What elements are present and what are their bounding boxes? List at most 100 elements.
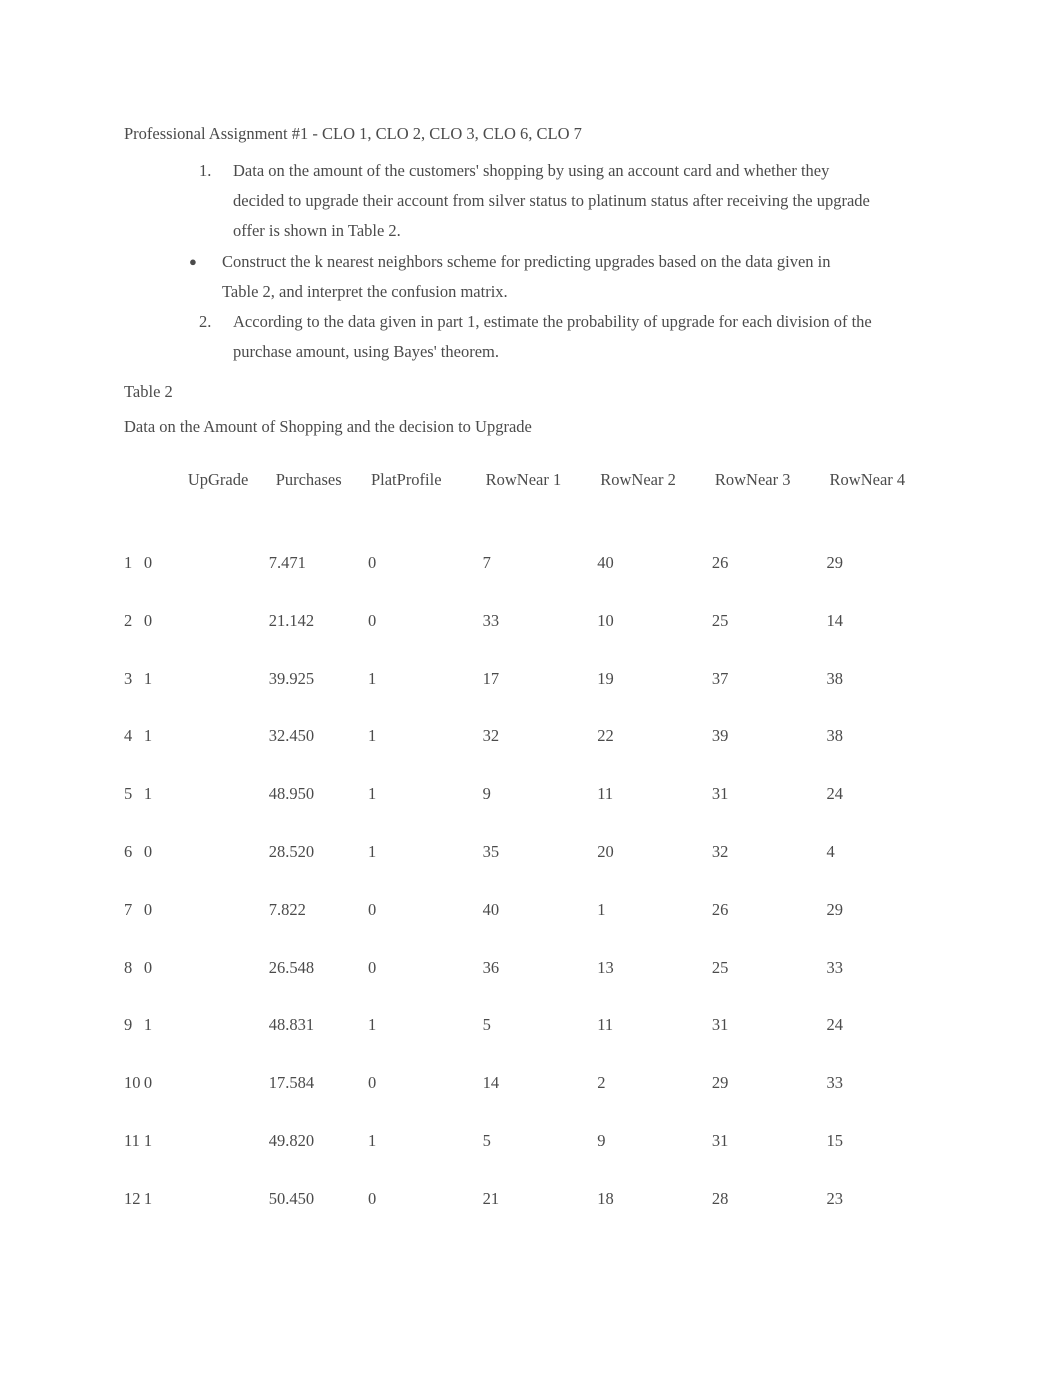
assignment-task-list: 1. Data on the amount of the customers' s… bbox=[0, 156, 1062, 367]
cell-rownear-1: 14 bbox=[482, 1073, 500, 1093]
page-title: Professional Assignment #1 - CLO 1, CLO … bbox=[124, 124, 582, 143]
cell-purchases: 48.950 bbox=[268, 784, 315, 804]
cell-upgrade: 1 bbox=[143, 784, 153, 804]
list-item-text: Construct the k nearest neighbors scheme… bbox=[222, 251, 831, 301]
table-label: Table 2 bbox=[124, 382, 173, 401]
cell-rownear-3: 25 bbox=[711, 610, 729, 630]
list-item-text: Data on the amount of the customers' sho… bbox=[233, 161, 870, 241]
cell-purchases: 32.450 bbox=[268, 726, 315, 746]
cell-row-index: 10 bbox=[124, 1073, 141, 1093]
cell-rownear-4: 29 bbox=[826, 899, 844, 919]
cell-rownear-1: 32 bbox=[482, 726, 500, 746]
cell-platprofile: 1 bbox=[367, 784, 377, 804]
table-body: 1 0 7.471 0 7 40 26 29 2 0 21.142 0 33 10 25 14 3 1 39.925… bbox=[0, 553, 1062, 1247]
cell-rownear-4: 33 bbox=[826, 1073, 844, 1093]
table-row: 6 0 28.520 1 35 20 32 4 bbox=[0, 842, 1062, 900]
cell-rownear-1: 7 bbox=[482, 553, 491, 572]
cell-row-index: 7 bbox=[124, 899, 133, 919]
cell-rownear-3: 26 bbox=[711, 899, 729, 919]
cell-upgrade: 1 bbox=[143, 1188, 153, 1208]
cell-rownear-2: 10 bbox=[597, 610, 614, 630]
cell-rownear-1: 35 bbox=[482, 841, 500, 861]
cell-rownear-1: 17 bbox=[482, 668, 500, 688]
column-header-purchases: Purchases bbox=[275, 470, 342, 489]
cell-rownear-4: 33 bbox=[826, 957, 844, 977]
cell-rownear-2: 22 bbox=[597, 726, 614, 746]
column-header-index bbox=[0, 470, 144, 553]
table-caption: Data on the Amount of Shopping and the d… bbox=[124, 417, 532, 436]
cell-rownear-1: 33 bbox=[482, 610, 500, 630]
column-header-platprofile: PlatProfile bbox=[370, 470, 442, 489]
bullet-marker-icon: ● bbox=[189, 253, 197, 269]
cell-rownear-2: 20 bbox=[597, 841, 614, 861]
cell-platprofile: 1 bbox=[367, 841, 377, 861]
list-number-marker: 1. bbox=[199, 161, 212, 180]
cell-upgrade: 0 bbox=[143, 610, 153, 630]
cell-rownear-2: 11 bbox=[597, 1015, 614, 1035]
cell-platprofile: 0 bbox=[367, 610, 377, 630]
table-row: 4 1 32.450 1 32 22 39 38 bbox=[0, 726, 1062, 784]
list-item-text: According to the data given in part 1, e… bbox=[233, 312, 872, 362]
table-row: 8 0 26.548 0 36 13 25 33 bbox=[0, 958, 1062, 1016]
cell-row-index: 2 bbox=[124, 610, 133, 630]
cell-platprofile: 0 bbox=[367, 1188, 377, 1208]
cell-rownear-3: 31 bbox=[711, 1130, 729, 1150]
table-row: 11 1 49.820 1 5 9 31 15 bbox=[0, 1131, 1062, 1189]
cell-rownear-4: 24 bbox=[826, 784, 844, 804]
cell-rownear-1: 40 bbox=[482, 899, 500, 919]
cell-rownear-2: 18 bbox=[597, 1188, 614, 1208]
cell-rownear-2: 13 bbox=[597, 957, 614, 977]
cell-row-index: 4 bbox=[124, 726, 133, 746]
cell-purchases: 7.471 bbox=[268, 553, 306, 572]
cell-platprofile: 0 bbox=[367, 553, 377, 572]
shopping-upgrade-table: UpGrade Purchases PlatProfile RowNear 1 … bbox=[0, 470, 1062, 1247]
cell-platprofile: 1 bbox=[367, 726, 377, 746]
cell-rownear-4: 29 bbox=[826, 553, 844, 572]
cell-row-index: 1 bbox=[124, 553, 133, 572]
cell-rownear-1: 36 bbox=[482, 957, 500, 977]
cell-upgrade: 0 bbox=[143, 957, 153, 977]
cell-rownear-3: 37 bbox=[711, 668, 729, 688]
cell-upgrade: 0 bbox=[143, 841, 153, 861]
table-row: 9 1 48.831 1 5 11 31 24 bbox=[0, 1015, 1062, 1073]
table-header-row: UpGrade Purchases PlatProfile RowNear 1 … bbox=[0, 470, 1062, 553]
cell-upgrade: 0 bbox=[143, 553, 153, 572]
cell-platprofile: 1 bbox=[367, 1015, 377, 1035]
cell-rownear-3: 29 bbox=[711, 1073, 729, 1093]
cell-upgrade: 1 bbox=[143, 1015, 153, 1035]
table-row: 3 1 39.925 1 17 19 37 38 bbox=[0, 669, 1062, 727]
cell-rownear-4: 14 bbox=[826, 610, 844, 630]
table-row: 7 0 7.822 0 40 1 26 29 bbox=[0, 900, 1062, 958]
document-page: Professional Assignment #1 - CLO 1, CLO … bbox=[0, 0, 1062, 1377]
cell-rownear-3: 31 bbox=[711, 1015, 729, 1035]
cell-rownear-2: 11 bbox=[597, 784, 614, 804]
cell-purchases: 17.584 bbox=[268, 1073, 315, 1093]
table-row: 1 0 7.471 0 7 40 26 29 bbox=[0, 553, 1062, 611]
table-row: 5 1 48.950 1 9 11 31 24 bbox=[0, 784, 1062, 842]
cell-row-index: 3 bbox=[124, 668, 133, 688]
cell-rownear-2: 2 bbox=[597, 1073, 606, 1093]
cell-rownear-1: 5 bbox=[482, 1015, 491, 1035]
column-header-rownear-4: RowNear 4 bbox=[829, 470, 906, 489]
cell-row-index: 8 bbox=[124, 957, 133, 977]
cell-purchases: 7.822 bbox=[268, 899, 306, 919]
cell-row-index: 9 bbox=[124, 1015, 133, 1035]
cell-platprofile: 1 bbox=[367, 1130, 377, 1150]
cell-platprofile: 0 bbox=[367, 1073, 377, 1093]
cell-rownear-3: 32 bbox=[711, 841, 729, 861]
cell-rownear-3: 26 bbox=[711, 553, 729, 572]
cell-platprofile: 1 bbox=[367, 668, 377, 688]
cell-rownear-2: 19 bbox=[597, 668, 614, 688]
cell-purchases: 26.548 bbox=[268, 957, 315, 977]
cell-rownear-4: 4 bbox=[826, 841, 835, 861]
cell-purchases: 39.925 bbox=[268, 668, 315, 688]
cell-row-index: 11 bbox=[124, 1130, 140, 1150]
cell-purchases: 49.820 bbox=[268, 1130, 315, 1150]
cell-rownear-4: 38 bbox=[826, 726, 844, 746]
cell-purchases: 28.520 bbox=[268, 841, 315, 861]
list-number-marker: 2. bbox=[199, 312, 212, 332]
cell-rownear-4: 38 bbox=[826, 668, 844, 688]
column-header-rownear-2: RowNear 2 bbox=[600, 470, 676, 489]
cell-upgrade: 1 bbox=[143, 668, 153, 688]
cell-rownear-2: 1 bbox=[597, 899, 606, 919]
